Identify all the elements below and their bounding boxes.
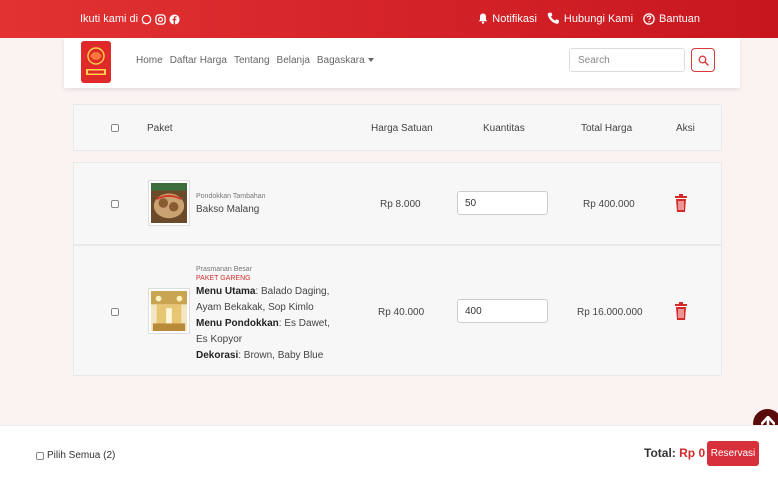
help-link[interactable]: Bantuan xyxy=(643,13,700,25)
cart-total: Total: Rp 0 xyxy=(644,446,705,460)
product-name: Bakso Malang xyxy=(196,204,260,215)
nav-about[interactable]: Tentang xyxy=(234,55,270,66)
header-unit-price: Harga Satuan xyxy=(371,123,433,134)
notifications-label: Notifikasi xyxy=(492,12,537,25)
contact-label: Hubungi Kami xyxy=(563,12,634,25)
reserve-button[interactable]: Reservasi xyxy=(707,441,759,466)
header-package: Paket xyxy=(147,123,173,134)
help-label: Bantuan xyxy=(659,12,700,25)
cart-footer: Pilih Semua (2) Total: Rp 0 Reservasi xyxy=(0,425,778,484)
nav-home[interactable]: Home xyxy=(136,55,163,66)
contact-link[interactable]: Hubungi Kami xyxy=(547,12,633,25)
quantity-input[interactable] xyxy=(457,299,548,323)
dekorasi-value: : Brown, Baby Blue xyxy=(238,350,324,361)
nav-price-list[interactable]: Daftar Harga xyxy=(170,55,227,66)
header-checkbox[interactable] xyxy=(111,124,119,132)
search-icon xyxy=(698,55,709,66)
delete-icon[interactable] xyxy=(674,302,688,320)
navbar: Home Daftar Harga Tentang Belanja Bagask… xyxy=(64,38,740,88)
nav-shop[interactable]: Belanja xyxy=(277,55,310,66)
total-label: Total: xyxy=(644,446,676,460)
table-row: Pondokkan Tambahan Bakso Malang Rp 8.000… xyxy=(73,162,722,245)
topbar-links: Notifikasi Hubungi Kami Bantuan xyxy=(478,12,700,25)
catering-logo[interactable] xyxy=(81,41,111,83)
select-all-label: Pilih Semua (2) xyxy=(47,450,116,461)
main-nav: Home Daftar Harga Tentang Belanja Bagask… xyxy=(136,55,374,66)
search-button[interactable] xyxy=(691,48,715,72)
dekorasi-label: Dekorasi xyxy=(196,350,239,361)
header-quantity: Kuantitas xyxy=(483,123,525,134)
menu-pondokkan-label: Menu Pondokkan xyxy=(196,318,279,329)
top-bar: Ikuti kami di Notifikasi Hubungi Kami Ba… xyxy=(0,0,778,38)
help-circle-icon xyxy=(643,12,655,25)
delete-icon[interactable] xyxy=(674,194,688,212)
header-action: Aksi xyxy=(676,123,695,134)
package-name: PAKET GARENG xyxy=(196,275,251,282)
phone-icon xyxy=(547,12,559,24)
table-row: Prasmanan Besar PAKET GARENG Menu Utama:… xyxy=(73,245,722,376)
unit-price: Rp 8.000 xyxy=(380,199,421,210)
row-checkbox[interactable] xyxy=(111,308,119,316)
package-details: Menu Utama: Balado Daging, Ayam Bekakak,… xyxy=(196,284,341,364)
menu-utama-label: Menu Utama xyxy=(196,286,256,297)
row-total: Rp 400.000 xyxy=(583,199,635,210)
row-checkbox[interactable] xyxy=(111,200,119,208)
follow-text: Ikuti kami di xyxy=(80,13,139,25)
social-follow: Ikuti kami di xyxy=(80,13,180,25)
total-value: Rp 0 xyxy=(679,446,706,460)
instagram-icon[interactable] xyxy=(155,13,166,25)
select-all-checkbox[interactable] xyxy=(36,451,44,460)
product-category: Pondokkan Tambahan xyxy=(196,193,266,200)
bell-icon xyxy=(479,13,488,24)
row-total: Rp 16.000.000 xyxy=(577,307,643,318)
notifications-link[interactable]: Notifikasi xyxy=(478,13,537,25)
quantity-input[interactable] xyxy=(457,191,548,215)
product-image xyxy=(148,288,190,334)
unit-price: Rp 40.000 xyxy=(378,307,425,318)
facebook-icon[interactable] xyxy=(169,13,180,25)
product-image xyxy=(148,180,190,226)
search-input[interactable] xyxy=(569,48,685,72)
cart-table-header: Paket Harga Satuan Kuantitas Total Harga… xyxy=(73,104,722,151)
nav-bagaskara-dropdown[interactable]: Bagaskara xyxy=(317,55,374,66)
whatsapp-icon[interactable] xyxy=(141,14,152,25)
product-category: Prasmanan Besar xyxy=(196,266,253,273)
header-total-price: Total Harga xyxy=(581,123,633,134)
select-all[interactable]: Pilih Semua (2) xyxy=(36,450,115,461)
